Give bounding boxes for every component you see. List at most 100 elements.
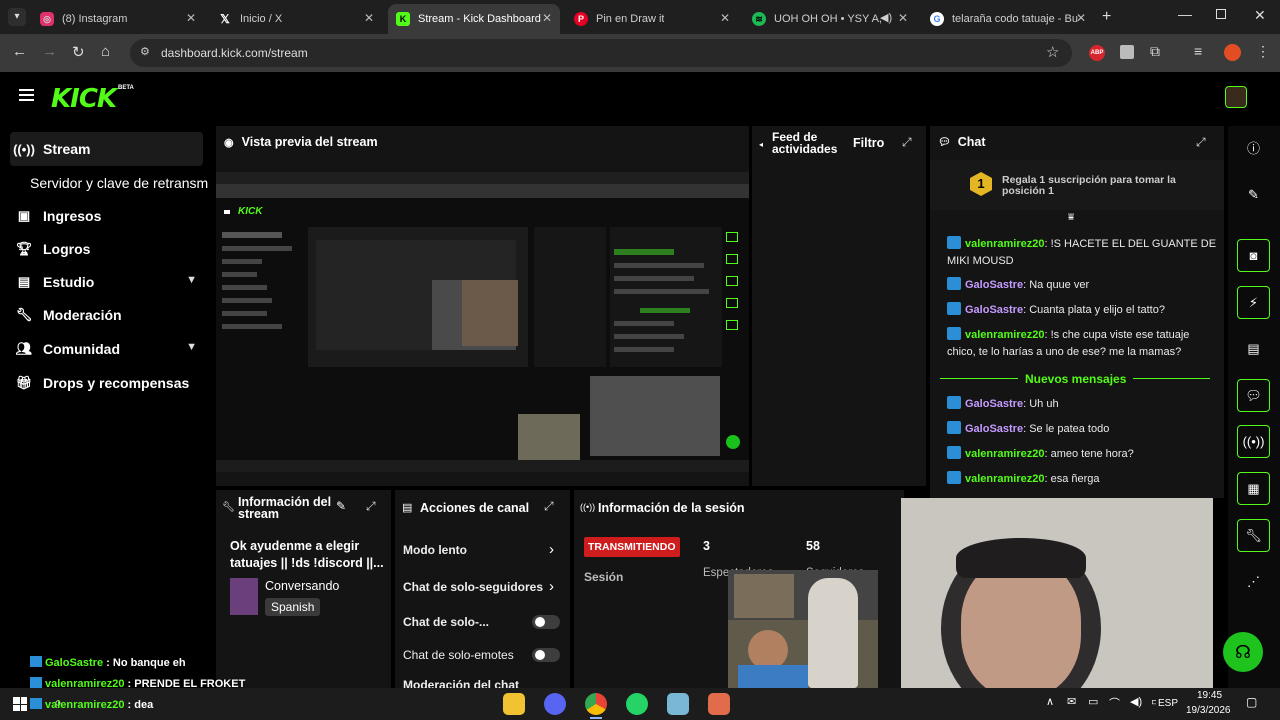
edit-icon[interactable]: ✎ [1237, 178, 1270, 211]
back-icon[interactable]: ← [12, 43, 27, 60]
tray-app-icon[interactable]: ✉ [1067, 695, 1076, 708]
viewers-count: 3 [703, 539, 710, 553]
sidebar-item-estudio[interactable]: ▤ Estudio ▼ [10, 265, 203, 299]
address-bar[interactable]: ⚙ dashboard.kick.com/stream ☆ [130, 39, 1072, 67]
browser-menu-icon[interactable]: ⋮ [1256, 43, 1270, 60]
tab-instagram[interactable]: ◎ (8) Instagram ✕ [32, 4, 204, 34]
app-icon[interactable] [667, 693, 689, 715]
info-icon[interactable]: ⓘ [1237, 131, 1270, 164]
close-tab-icon[interactable]: ✕ [720, 11, 730, 25]
clock-date[interactable]: 19/3/2026 [1186, 705, 1231, 716]
chat-moderation-row[interactable]: Moderación del chat [403, 678, 563, 688]
tray-app-icon[interactable]: ▭ [1088, 695, 1098, 708]
chat-username[interactable]: valenramirez20 [965, 238, 1045, 250]
emotes-only-toggle[interactable] [532, 648, 560, 662]
support-headset-icon[interactable]: ☊ [1223, 632, 1263, 672]
maximize-icon[interactable] [1216, 9, 1226, 19]
tab-search-button[interactable]: ▾ [8, 8, 26, 26]
bookmark-star-icon[interactable]: ☆ [1046, 43, 1059, 61]
stream-preview-video[interactable]: KICK [216, 172, 749, 472]
chat-username[interactable]: valenramirez20 [965, 329, 1045, 341]
forward-icon[interactable]: → [42, 43, 57, 60]
tab-kick-dashboard[interactable]: K Stream - Kick Dashboard ✕ [388, 4, 560, 34]
sidebar-item-comunidad[interactable]: 👥︎ Comunidad ▼ [10, 332, 203, 366]
file-explorer-icon[interactable] [503, 693, 525, 715]
chat-username[interactable]: valenramirez20 [965, 473, 1045, 485]
network-icon[interactable]: ⌒ [1109, 695, 1120, 711]
popout-icon[interactable]: ⤢ [902, 135, 912, 150]
close-tab-icon[interactable]: ✕ [542, 11, 552, 25]
gift-leaderboard[interactable]: 1 Regala 1 suscripción para tomar la pos… [930, 160, 1224, 210]
category-label[interactable]: Conversando [265, 579, 339, 593]
feed-filter-button[interactable]: Filtro [853, 136, 884, 150]
popout-icon[interactable]: ⤢ [544, 499, 554, 514]
sidebar-item-drops[interactable]: 🎁︎ Drops y recompensas [10, 366, 203, 400]
extensions-puzzle-icon[interactable]: ⧉ [1150, 43, 1160, 60]
close-tab-icon[interactable]: ✕ [1076, 11, 1086, 25]
language-indicator[interactable]: ESP [1156, 698, 1179, 709]
chevron-down-icon[interactable]: ▼ [186, 341, 197, 353]
profile-avatar[interactable] [1224, 44, 1241, 61]
adblock-extension-icon[interactable]: ABP [1089, 45, 1105, 61]
reload-icon[interactable]: ↻ [72, 43, 85, 61]
collapse-icon[interactable]: ◂ [759, 140, 763, 149]
layout-icon[interactable]: ▦ [1237, 472, 1270, 505]
pinned-toggle-icon[interactable]: ⩸ [1068, 212, 1074, 223]
subs-only-toggle[interactable] [532, 615, 560, 629]
close-tab-icon[interactable]: ✕ [186, 11, 196, 25]
broadcast-icon[interactable]: ((•)) [1237, 425, 1270, 458]
followers-only-row[interactable]: Chat de solo-seguidores [403, 580, 563, 594]
chat-username[interactable]: GaloSastre [965, 304, 1023, 316]
sidebar-item-label: Servidor y clave de retransm [30, 175, 209, 191]
hamburger-menu-icon[interactable] [19, 89, 34, 101]
lightning-icon[interactable]: ⚡︎ [1237, 286, 1270, 319]
wrench-icon[interactable]: 🔧︎ [1237, 519, 1270, 552]
sidebar-item-ingresos[interactable]: ▣ Ingresos [10, 199, 203, 233]
chat-username[interactable]: GaloSastre [965, 279, 1023, 291]
stream-title-text: Ok ayudenme a elegir tatuajes || !ds !di… [230, 539, 384, 570]
tab-google[interactable]: G telaraña codo tatuaje - Bu ✕ [922, 4, 1094, 34]
tab-pinterest[interactable]: P Pin en Draw it ✕ [566, 4, 738, 34]
extension-icon[interactable] [1120, 45, 1134, 59]
tab-spotify[interactable]: ≋ UOH OH OH • YSY A, S ◀) ✕ [744, 4, 916, 34]
app-icon[interactable] [708, 693, 730, 715]
notes-icon[interactable]: ▤ [1237, 332, 1270, 365]
volume-icon[interactable]: ◀) [1130, 695, 1142, 708]
slow-mode-row[interactable]: Modo lento [403, 543, 563, 557]
close-tab-icon[interactable]: ✕ [364, 11, 374, 25]
close-window-icon[interactable]: ✕ [1254, 7, 1266, 24]
windows-start-icon[interactable] [13, 697, 27, 711]
media-control-icon[interactable]: ≡ [1194, 43, 1202, 59]
home-icon[interactable]: ⌂ [101, 43, 110, 60]
discord-icon[interactable] [544, 693, 566, 715]
chat-icon[interactable]: 💬︎ [1237, 379, 1270, 412]
popout-icon[interactable]: ⤢ [366, 499, 376, 514]
whatsapp-icon[interactable] [626, 693, 648, 715]
chrome-icon[interactable] [585, 693, 607, 715]
sidebar-item-server-key[interactable]: Servidor y clave de retransm [30, 166, 214, 200]
chevron-down-icon[interactable]: ▼ [186, 274, 197, 286]
chevron-right-icon[interactable]: › [549, 541, 554, 558]
camera-icon[interactable]: ◙ [1237, 239, 1270, 272]
sidebar-item-stream[interactable]: ((•)) Stream [10, 132, 203, 166]
new-tab-icon[interactable]: + [1102, 8, 1111, 26]
tab-x[interactable]: 𝕏 Inicio / X ✕ [210, 4, 382, 34]
clock-time[interactable]: 19:45 [1197, 690, 1222, 701]
share-icon[interactable]: ⋰ [1237, 565, 1270, 598]
chevron-right-icon[interactable]: › [549, 578, 554, 595]
notifications-icon[interactable]: ▢ [1246, 695, 1257, 709]
chat-username[interactable]: valenramirez20 [965, 448, 1045, 460]
chat-username[interactable]: GaloSastre [965, 423, 1023, 435]
edit-icon[interactable]: ✎ [336, 499, 346, 513]
close-tab-icon[interactable]: ✕ [898, 11, 908, 25]
minimize-icon[interactable]: — [1178, 6, 1192, 22]
user-avatar[interactable] [1225, 86, 1247, 108]
tray-chevron-icon[interactable]: ∧ [1046, 695, 1054, 708]
chat-username[interactable]: GaloSastre [965, 398, 1023, 410]
speaker-icon[interactable]: ◀) [880, 11, 892, 24]
sidebar-item-logros[interactable]: 🏆︎ Logros [10, 232, 203, 266]
kick-logo[interactable]: KICK [51, 84, 117, 114]
sidebar-item-moderacion[interactable]: 🔧︎ Moderación [10, 298, 203, 332]
site-info-icon[interactable]: ⚙ [140, 45, 150, 58]
popout-icon[interactable]: ⤢ [1196, 135, 1206, 150]
